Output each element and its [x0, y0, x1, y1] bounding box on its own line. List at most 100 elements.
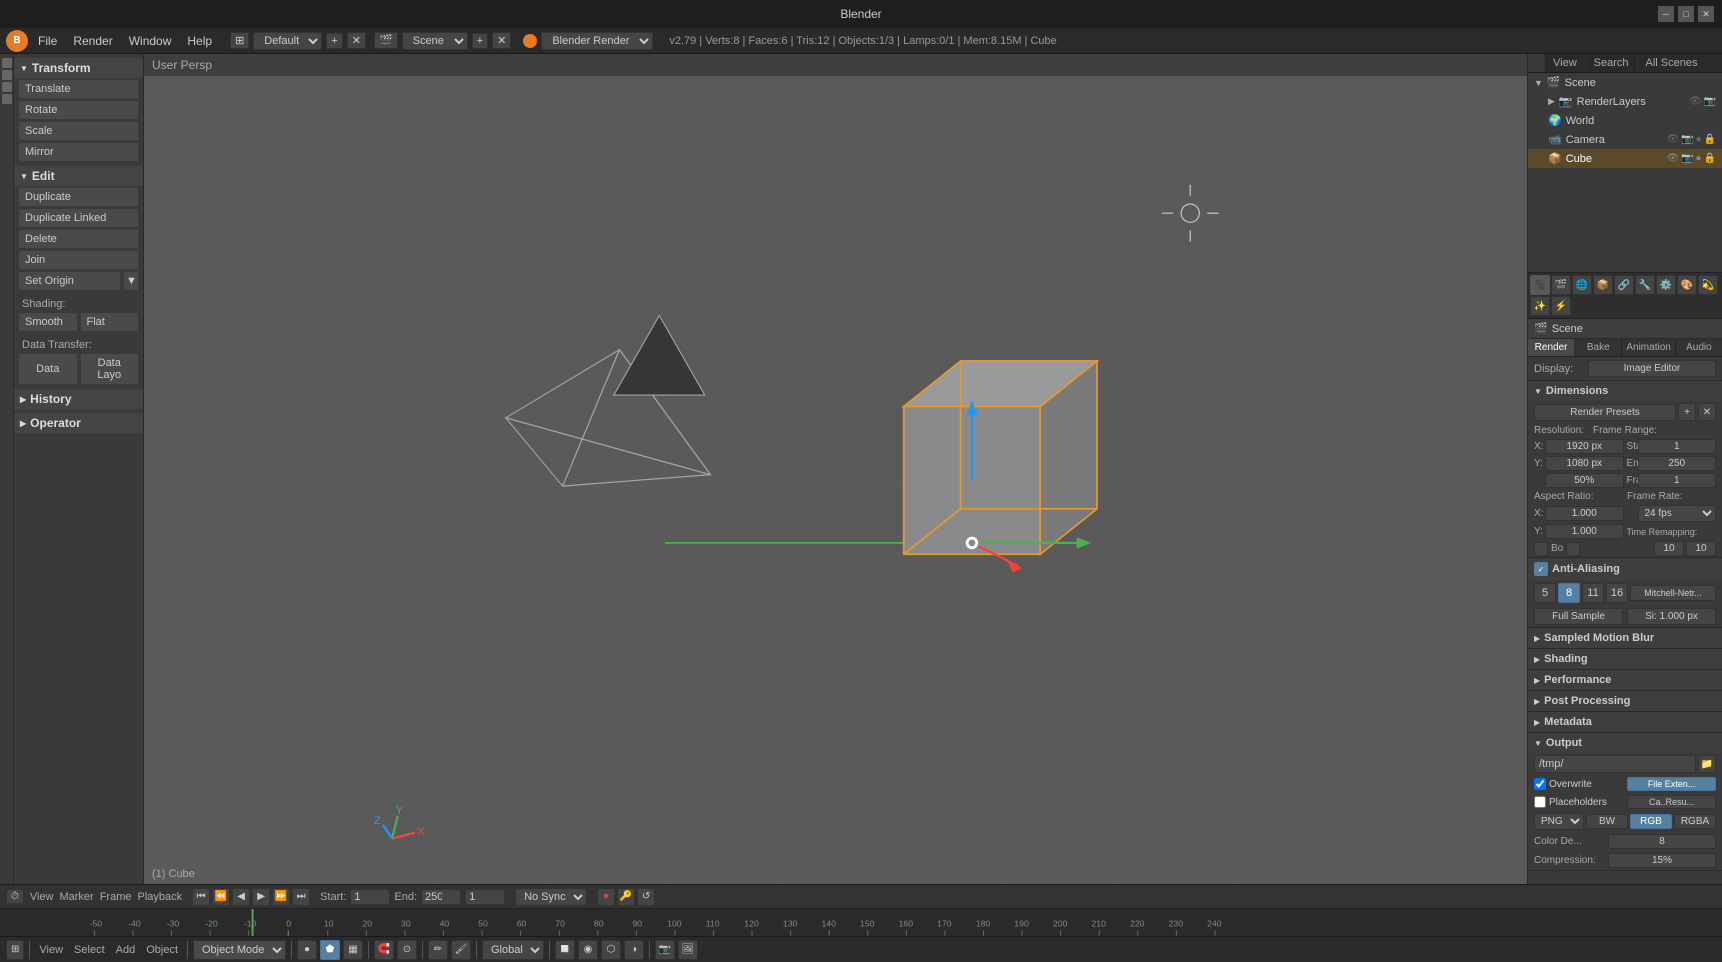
render-view-btn[interactable]: 🖼	[678, 940, 698, 960]
aa-btn-16[interactable]: 16	[1606, 583, 1628, 603]
bo-checkbox2[interactable]	[1566, 542, 1580, 556]
overwrite-checkbox[interactable]	[1534, 778, 1546, 790]
proportional-btn[interactable]: ⊙	[397, 940, 417, 960]
menu-window[interactable]: Window	[123, 32, 178, 50]
fps-select[interactable]: 24 fps	[1638, 505, 1717, 522]
format-select[interactable]: PNG	[1534, 813, 1584, 830]
solid-btn[interactable]: ◑	[624, 940, 644, 960]
play-btn[interactable]: ▶	[252, 888, 270, 906]
marker-btn[interactable]: Marker	[59, 891, 93, 903]
playback-sync-btn[interactable]: ↺	[637, 888, 655, 906]
res-pct-input[interactable]: 50%	[1545, 473, 1624, 488]
render-presets-add[interactable]: +	[1678, 403, 1696, 421]
outliner-renderlayers-item[interactable]: ▶ 📷 RenderLayers 👁 📷	[1528, 92, 1722, 111]
bw-btn[interactable]: BW	[1586, 814, 1628, 829]
outliner-world-item[interactable]: 🌍 World	[1528, 111, 1722, 130]
frame-btn[interactable]: Frame	[100, 891, 132, 903]
record-btn[interactable]: ⏺	[597, 888, 615, 906]
edit-header[interactable]: ▼ Edit	[14, 166, 143, 186]
go-start-btn[interactable]: ⏮	[192, 888, 210, 906]
keyframe-btn[interactable]: 🔑	[617, 888, 635, 906]
set-origin-dropdown[interactable]: ▼	[123, 271, 139, 291]
output-path-browse[interactable]: 📁	[1698, 755, 1716, 773]
asp-x-input[interactable]: 1.000	[1545, 506, 1624, 521]
compression-value[interactable]: 15%	[1608, 853, 1716, 868]
workspace-select[interactable]: Default	[253, 32, 322, 50]
camera-lock-btn[interactable]: 🔒	[1704, 134, 1716, 145]
viewport-shade-btn[interactable]: 🔲	[555, 940, 575, 960]
render-tab-anim[interactable]: Animation	[1622, 339, 1675, 356]
aa-btn-11[interactable]: 11	[1582, 583, 1604, 603]
duplicate-linked-button[interactable]: Duplicate Linked	[18, 208, 139, 228]
prev-frame-btn[interactable]: ⏪	[212, 888, 230, 906]
output-path-input[interactable]	[1534, 755, 1696, 773]
render-engine-select[interactable]: Blender Render	[541, 32, 653, 50]
view-bottom-btn[interactable]: View	[35, 943, 67, 957]
tab-select-btn[interactable]: View	[1545, 54, 1586, 72]
render-tab-render[interactable]: Render	[1528, 339, 1575, 356]
placeholders-checkbox[interactable]	[1534, 796, 1546, 808]
cache-result-btn[interactable]: Ca..Resu...	[1627, 795, 1716, 809]
camera-view-btn[interactable]: 📷	[655, 940, 675, 960]
viewport[interactable]: User Persp	[144, 54, 1527, 884]
select-btn[interactable]: Select	[70, 943, 109, 957]
prop-tab-render[interactable]: 🎥	[1530, 275, 1550, 295]
frame-ste-input[interactable]: 1	[1638, 473, 1717, 488]
scene-add[interactable]: +	[472, 33, 488, 49]
sculpt-btn[interactable]: 🖌	[451, 940, 471, 960]
scene-select[interactable]: Scene	[402, 32, 468, 50]
start-frame-input[interactable]	[350, 889, 390, 905]
outliner-cube-item[interactable]: 📦 Cube 👁 📷 ● 🔒	[1528, 149, 1722, 168]
tab-view[interactable]	[1528, 54, 1545, 72]
camera-select-btn[interactable]: ●	[1696, 134, 1702, 145]
draw-btn[interactable]: ✏	[428, 940, 448, 960]
res-x-input[interactable]: 1920 px	[1545, 439, 1624, 454]
flat-button[interactable]: Flat	[80, 312, 140, 332]
res-y-input[interactable]: 1080 px	[1545, 456, 1624, 471]
left-strip-item-4[interactable]	[2, 94, 12, 104]
prop-tab-data[interactable]: ⚙️	[1656, 275, 1676, 295]
left-strip-item[interactable]	[2, 58, 12, 68]
xray-btn[interactable]: ⬡	[601, 940, 621, 960]
object-btn[interactable]: Object	[142, 943, 182, 957]
next-frame-btn[interactable]: ⏩	[272, 888, 290, 906]
cube-render-btn[interactable]: 📷	[1681, 153, 1693, 164]
left-strip-item-3[interactable]	[2, 82, 12, 92]
end-frame-input[interactable]	[421, 889, 461, 905]
post-processing-header[interactable]: ▶ Post Processing	[1528, 691, 1722, 711]
aa-btn-8[interactable]: 8	[1558, 583, 1580, 603]
overlay-btn[interactable]: ◉	[578, 940, 598, 960]
prop-tab-physics[interactable]: ⚡	[1551, 296, 1571, 316]
file-ext-btn[interactable]: File Exten...	[1627, 777, 1716, 791]
render-presets-btn[interactable]: Render Presets	[1534, 404, 1676, 421]
end-fra-input[interactable]: 250	[1638, 456, 1717, 471]
duplicate-button[interactable]: Duplicate	[18, 187, 139, 207]
sync-select[interactable]: No Sync	[515, 888, 587, 906]
tr-old-input[interactable]: 10	[1654, 541, 1684, 556]
playback-btn[interactable]: Playback	[137, 891, 182, 903]
cube-select-btn[interactable]: ●	[1696, 153, 1702, 164]
prop-tab-object[interactable]: 📦	[1593, 275, 1613, 295]
vert-mode-btn[interactable]: ●	[297, 940, 317, 960]
minimize-button[interactable]: ─	[1658, 6, 1674, 22]
data-layo-button[interactable]: Data Layo	[80, 353, 140, 385]
asp-y-input[interactable]: 1.000	[1545, 524, 1624, 539]
prop-tab-material[interactable]: 🎨	[1677, 275, 1697, 295]
render-presets-remove[interactable]: ✕	[1698, 403, 1716, 421]
renderlayers-vis-btn[interactable]: 👁	[1689, 96, 1702, 107]
cube-vis-btn[interactable]: 👁	[1666, 153, 1679, 164]
global-select[interactable]: Global	[482, 940, 544, 960]
tab-search[interactable]: Search	[1586, 54, 1638, 72]
outliner-scene-item[interactable]: ▼ 🎬 Scene	[1528, 73, 1722, 92]
rgb-btn[interactable]: RGB	[1630, 814, 1672, 829]
editor-type-btn[interactable]: ⊞	[230, 32, 249, 49]
performance-header[interactable]: ▶ Performance	[1528, 670, 1722, 690]
bo-checkbox[interactable]	[1534, 542, 1548, 556]
output-header[interactable]: ▼ Output	[1528, 733, 1722, 753]
scale-button[interactable]: Scale	[18, 121, 139, 141]
camera-render-btn[interactable]: 📷	[1681, 134, 1693, 145]
editor-type-bottom-btn[interactable]: ⊞	[6, 940, 24, 960]
add-btn[interactable]: Add	[112, 943, 140, 957]
mitchell-filter-btn[interactable]: Mitchell-Netr...	[1630, 585, 1716, 601]
data-button[interactable]: Data	[18, 353, 78, 385]
